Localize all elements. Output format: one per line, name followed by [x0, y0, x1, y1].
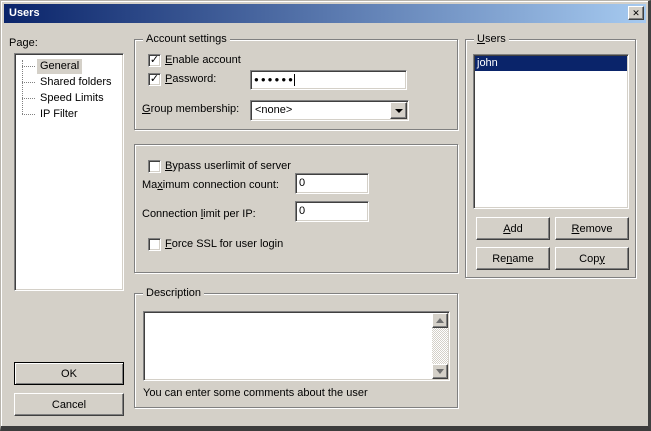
users-title: Users — [474, 33, 509, 46]
users-group: Users john Add Remove Rename Copy — [465, 39, 636, 278]
users-dialog: Users ✕ Page: General Shared folders Spe… — [0, 0, 651, 431]
max-connection-count-label: Maximum connection count: — [142, 179, 279, 192]
max-connection-count-input[interactable]: 0 — [295, 173, 369, 194]
password-checkbox[interactable]: ✓ — [148, 73, 161, 86]
connection-limit-per-ip-input[interactable]: 0 — [295, 201, 369, 222]
group-membership-select[interactable]: <none> — [250, 100, 409, 121]
text-caret — [294, 74, 295, 86]
limits-group: Bypass userlimit of server Maximum conne… — [134, 144, 458, 273]
ok-button[interactable]: OK — [14, 362, 124, 385]
tree-line — [22, 98, 35, 99]
tree-item-general[interactable]: General — [37, 59, 82, 74]
group-membership-label: Group membership: — [142, 103, 239, 116]
rename-user-button[interactable]: Rename — [476, 247, 550, 270]
copy-user-button[interactable]: Copy — [555, 247, 629, 270]
page-label: Page: — [9, 37, 38, 50]
window-title: Users — [9, 7, 40, 19]
connection-limit-per-ip-label: Connection limit per IP: — [142, 208, 256, 221]
scroll-down-button[interactable] — [432, 364, 448, 379]
description-textarea[interactable] — [143, 311, 450, 381]
description-group: Description You can enter some comments … — [134, 293, 458, 408]
group-membership-value: <none> — [255, 104, 292, 117]
tree-line — [22, 82, 35, 83]
tree-line — [22, 60, 23, 114]
tree-line — [22, 66, 35, 67]
password-label: Password: — [165, 73, 216, 86]
enable-account-checkbox[interactable]: ✓ — [148, 54, 161, 67]
tree-item-shared-folders[interactable]: Shared folders — [37, 75, 115, 90]
bypass-userlimit-label: Bypass userlimit of server — [165, 160, 291, 173]
close-icon: ✕ — [632, 8, 640, 18]
page-tree[interactable]: General Shared folders Speed Limits IP F… — [14, 53, 124, 291]
tree-line — [22, 114, 35, 115]
add-user-button[interactable]: Add — [476, 217, 550, 240]
account-settings-title: Account settings — [143, 33, 230, 46]
password-input[interactable]: ●●●●●● — [250, 70, 407, 90]
dropdown-button[interactable] — [390, 102, 407, 119]
close-button[interactable]: ✕ — [628, 6, 644, 20]
arrow-up-icon — [436, 314, 444, 323]
force-ssl-checkbox[interactable] — [148, 238, 161, 251]
description-scrollbar[interactable] — [432, 313, 448, 379]
cancel-button[interactable]: Cancel — [14, 393, 124, 416]
description-hint: You can enter some comments about the us… — [143, 387, 368, 400]
account-settings-group: Account settings ✓ Enable account ✓ Pass… — [134, 39, 458, 130]
scroll-up-button[interactable] — [432, 313, 448, 328]
bypass-userlimit-checkbox[interactable] — [148, 160, 161, 173]
tree-item-ip-filter[interactable]: IP Filter — [37, 107, 81, 122]
arrow-down-icon — [436, 369, 444, 378]
description-title: Description — [143, 287, 204, 300]
force-ssl-label: Force SSL for user login — [165, 238, 283, 251]
enable-account-label: Enable account — [165, 54, 241, 67]
users-listbox[interactable]: john — [473, 54, 629, 209]
tree-item-speed-limits[interactable]: Speed Limits — [37, 91, 107, 106]
chevron-down-icon — [395, 109, 403, 117]
user-list-item[interactable]: john — [475, 56, 627, 71]
remove-user-button[interactable]: Remove — [555, 217, 629, 240]
titlebar[interactable]: Users ✕ — [4, 4, 646, 23]
password-masked-value: ●●●●●● — [254, 75, 295, 84]
